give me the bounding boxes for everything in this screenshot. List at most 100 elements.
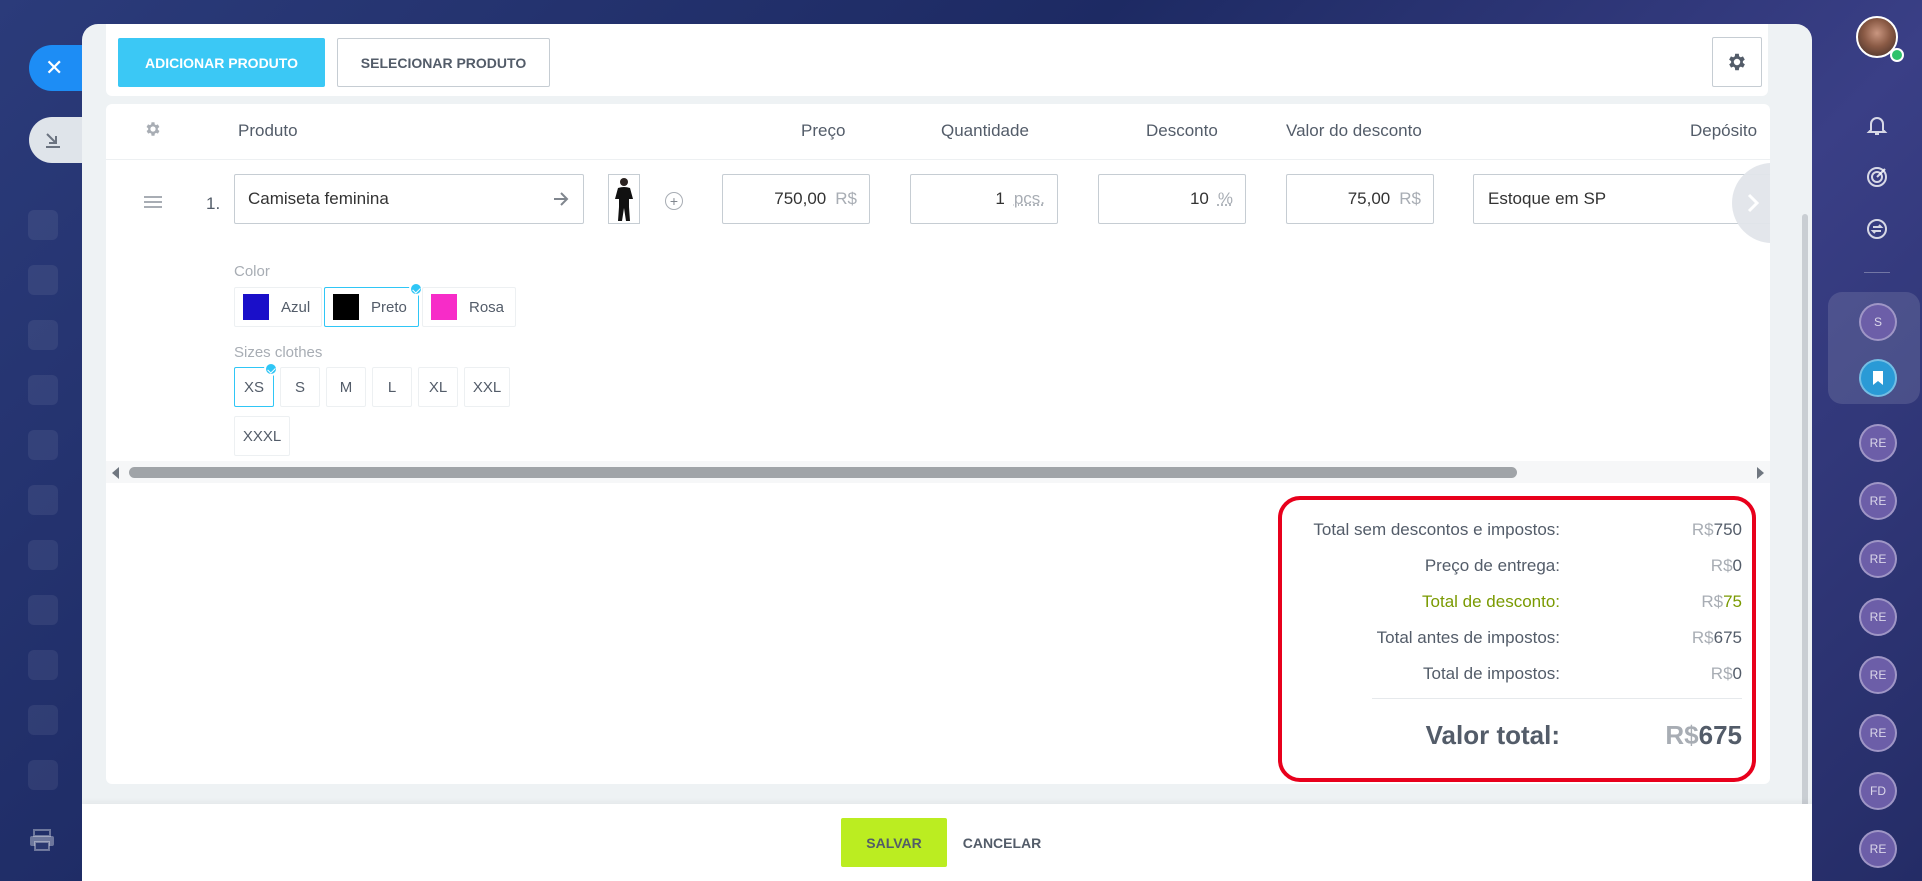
minimize-slider-button[interactable] — [29, 117, 87, 163]
rail-chip[interactable]: RE — [1859, 424, 1897, 462]
select-product-button[interactable]: SELECIONAR PRODUTO — [337, 38, 550, 87]
amount: 0 — [1732, 664, 1742, 683]
warehouse-select[interactable]: Estoque em SP — [1473, 174, 1770, 224]
rail-chip-label: RE — [1869, 668, 1887, 682]
product-table-card: Produto Preço Quantidade Desconto Valor … — [106, 104, 1770, 784]
nav-ghost-icon — [28, 705, 58, 735]
rail-chip[interactable]: S — [1859, 303, 1897, 341]
color-option-label: Preto — [371, 298, 407, 316]
price-currency: R$ — [835, 189, 857, 208]
size-option-l[interactable]: L — [372, 367, 412, 407]
rail-chip[interactable]: RE — [1859, 830, 1897, 868]
header-warehouse: Depósito — [1690, 121, 1758, 140]
total-taxes-row: Total de impostos: R$0 — [1282, 664, 1760, 688]
product-toolbar: ADICIONAR PRODUTO SELECIONAR PRODUTO — [106, 24, 1768, 96]
activity-target-icon[interactable] — [1858, 158, 1896, 196]
horizontal-scroll-thumb[interactable] — [129, 467, 1517, 478]
currency: R$ — [1691, 628, 1714, 647]
online-status-icon — [1890, 48, 1904, 62]
size-option-label: S — [294, 378, 305, 396]
table-header: Produto Preço Quantidade Desconto Valor … — [106, 104, 1770, 160]
discount-unit-selector[interactable]: % — [1218, 189, 1233, 209]
color-property-label: Color — [234, 263, 270, 280]
rail-chip[interactable]: FD — [1859, 772, 1897, 810]
check-icon — [408, 282, 423, 296]
size-option-xs[interactable]: XS — [234, 362, 278, 407]
product-thumbnail[interactable] — [608, 174, 640, 224]
color-option-preto[interactable]: Preto — [324, 282, 423, 327]
add-product-button[interactable]: ADICIONAR PRODUTO — [118, 38, 325, 87]
size-option-xl[interactable]: XL — [418, 367, 458, 407]
horizontal-scrollbar[interactable] — [106, 461, 1770, 483]
currency: R$ — [1701, 592, 1724, 611]
discount-value: 10 — [1189, 189, 1209, 208]
rail-chip[interactable]: RE — [1859, 540, 1897, 578]
printer-icon[interactable] — [28, 828, 56, 852]
total-value: R$675 — [1692, 628, 1742, 648]
grand-total-value: R$675 — [1665, 720, 1742, 751]
chevron-right-icon — [1747, 193, 1760, 213]
rail-chip[interactable]: RE — [1859, 598, 1897, 636]
scroll-right-arrow-icon[interactable] — [1757, 467, 1764, 479]
quantity-field[interactable]: 1 pcs. — [910, 174, 1058, 224]
nav-ghost-icon — [28, 595, 58, 625]
bookmark-icon[interactable] — [1859, 359, 1897, 397]
totals-divider — [1372, 698, 1742, 699]
vertical-scrollbar[interactable] — [1802, 214, 1808, 854]
price-field[interactable]: 750,00 R$ — [722, 174, 870, 224]
color-option-label: Rosa — [469, 298, 505, 316]
row-number: 1. — [206, 194, 221, 213]
rail-chip-label: RE — [1869, 842, 1887, 856]
total-label: Total de impostos: — [1422, 664, 1560, 683]
total-discount-row: Total de desconto: R$75 — [1282, 592, 1760, 616]
size-option-xxl[interactable]: XXL — [464, 367, 510, 407]
close-icon: ✕ — [45, 55, 64, 80]
nav-ghost-icon — [28, 265, 58, 295]
amount: 675 — [1698, 720, 1742, 750]
size-option-s[interactable]: S — [280, 367, 320, 407]
rail-chip[interactable]: RE — [1859, 482, 1897, 520]
scroll-left-arrow-icon[interactable] — [112, 467, 119, 479]
cancel-button[interactable]: CANCELAR — [962, 818, 1042, 867]
currency: R$ — [1710, 664, 1733, 683]
total-label: Total de desconto: — [1422, 592, 1560, 611]
drag-handle-icon[interactable] — [144, 196, 162, 208]
product-name-field[interactable]: Camiseta feminina — [234, 174, 584, 224]
nav-ghost-icon — [28, 320, 58, 350]
nav-ghost-icon — [28, 375, 58, 405]
add-image-icon[interactable]: + — [665, 192, 683, 210]
product-slider-panel: ADICIONAR PRODUTO SELECIONAR PRODUTO Pro… — [82, 24, 1812, 881]
settings-button[interactable] — [1712, 37, 1762, 87]
rail-separator — [1864, 272, 1890, 273]
size-option-m[interactable]: M — [326, 367, 366, 407]
color-option-azul[interactable]: Azul — [234, 287, 323, 327]
discount-amount-currency: R$ — [1399, 189, 1421, 208]
total-before-taxes-row: Total antes de impostos: R$675 — [1282, 628, 1760, 652]
quantity-unit-selector[interactable]: pcs. — [1014, 189, 1045, 209]
rail-chip[interactable]: RE — [1859, 656, 1897, 694]
grand-total-label: Valor total: — [1425, 720, 1560, 750]
discount-amount-value: 75,00 — [1347, 189, 1391, 208]
sync-chat-icon[interactable] — [1858, 210, 1896, 248]
save-button[interactable]: SALVAR — [841, 818, 947, 867]
arrow-right-icon[interactable] — [551, 189, 571, 209]
size-option-xxxl[interactable]: XXXL — [234, 416, 290, 456]
color-option-rosa[interactable]: Rosa — [422, 287, 517, 327]
nav-ghost-icon — [28, 760, 58, 790]
size-property-label: Sizes clothes — [234, 344, 323, 361]
total-value: R$750 — [1692, 520, 1742, 540]
currency: R$ — [1691, 520, 1714, 539]
bell-icon[interactable] — [1858, 106, 1896, 144]
close-slider-button[interactable]: ✕ — [29, 45, 87, 91]
total-value: R$75 — [1701, 592, 1742, 612]
column-settings-gear-icon[interactable] — [144, 120, 162, 138]
discount-field[interactable]: 10 % — [1098, 174, 1246, 224]
header-product: Produto — [238, 121, 298, 140]
total-without-discounts-row: Total sem descontos e impostos: R$750 — [1282, 520, 1760, 544]
nav-ghost-icon — [28, 485, 58, 515]
rail-chip[interactable]: RE — [1859, 714, 1897, 752]
form-footer: SALVAR CANCELAR — [82, 804, 1812, 881]
rail-chip-label: RE — [1869, 436, 1887, 450]
discount-value-field[interactable]: 75,00 R$ — [1286, 174, 1434, 224]
nav-ghost-icon — [28, 210, 58, 240]
